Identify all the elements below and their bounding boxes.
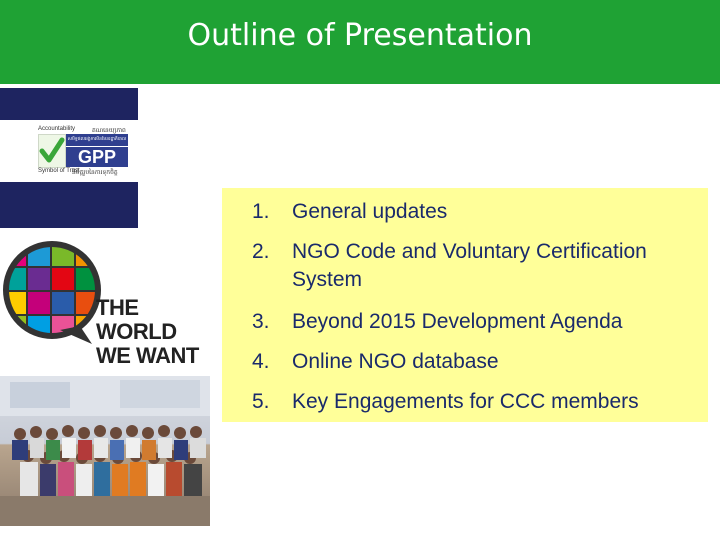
agenda-item-number: 5.: [252, 390, 270, 413]
agenda-item-text: Beyond 2015 Development Agenda: [292, 310, 623, 333]
gpp-bottom-band: [0, 182, 138, 228]
agenda-item-number: 3.: [252, 310, 270, 333]
group-photo: [0, 376, 210, 526]
slide-title: Outline of Presentation: [187, 18, 533, 53]
gpp-logo-text: GPP: [66, 147, 128, 167]
agenda-item-number: 4.: [252, 350, 270, 373]
agenda-item-text: Key Engagements for CCC members: [292, 390, 639, 413]
agenda-item: 1. General updates: [252, 198, 704, 226]
agenda-item: 2. NGO Code and Voluntary Certification …: [252, 238, 704, 294]
world-we-want-wordmark: THE WORLD WE WANT: [96, 296, 199, 368]
agenda-item: 3. Beyond 2015 Development Agenda: [252, 308, 704, 336]
wordmark-line-we-want: WE WANT: [96, 343, 199, 368]
agenda-item: 4. Online NGO database: [252, 348, 704, 376]
agenda-item-number: 1.: [252, 200, 270, 223]
slide-header: Outline of Presentation: [0, 0, 720, 84]
agenda-item-text: General updates: [292, 200, 448, 223]
gpp-symbol-khmer: និមិត្តរូបនៃការទុកចិត្ត: [72, 170, 118, 176]
agenda-item-text: NGO Code and Voluntary Certification Sys…: [292, 240, 647, 291]
agenda-item-text: Online NGO database: [292, 350, 499, 373]
gpp-strip-text: សមិទ្ធផលអង្គការមិនមែនរដ្ឋាភិបាល: [67, 136, 127, 141]
agenda-item: 5. Key Engagements for CCC members: [252, 388, 704, 416]
globe-icon: [3, 241, 101, 344]
agenda-item-number: 2.: [252, 240, 270, 263]
gpp-accountability-label: Accountability: [38, 126, 76, 132]
wordmark-line-world: WORLD: [96, 319, 177, 344]
checkmark-icon: [38, 134, 66, 168]
agenda-box: 1. General updates 2. NGO Code and Volun…: [222, 188, 708, 422]
wordmark-line-the: THE: [96, 295, 139, 320]
